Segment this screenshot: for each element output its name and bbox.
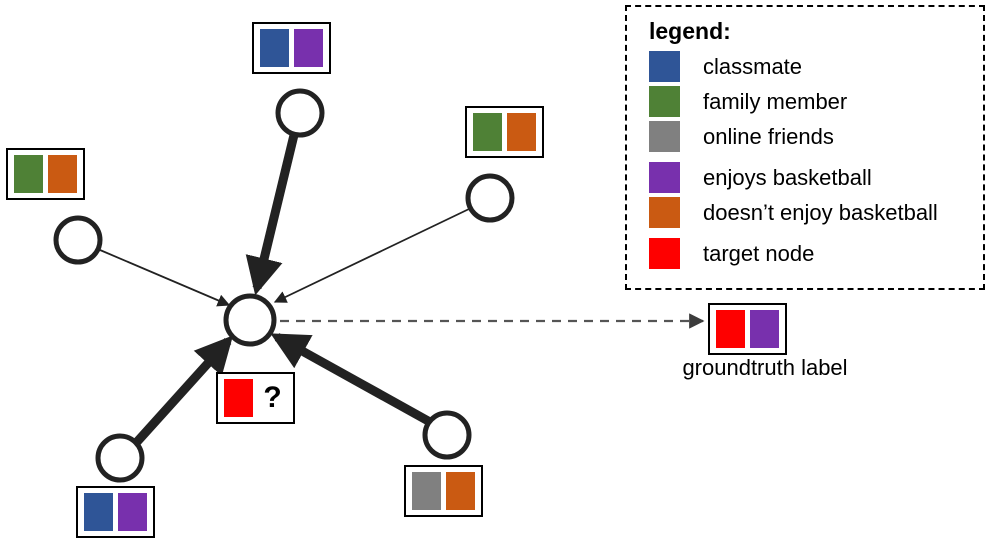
chip-enjoys-basketball — [750, 310, 779, 348]
chip-classmate — [84, 493, 113, 531]
edge-right-to-center — [273, 208, 470, 303]
legend-swatch-doesnt-enjoy-basketball — [649, 197, 680, 228]
attr-box-neighbor-bottom-left — [76, 486, 155, 538]
chip-doesnt-enjoy-basketball — [507, 113, 536, 151]
edge-top-to-center — [245, 133, 299, 296]
edge-bottom-left-to-center — [132, 335, 234, 447]
attr-box-neighbor-left — [6, 148, 85, 200]
legend-item-target-node: target node — [649, 236, 983, 271]
chip-classmate — [260, 29, 289, 67]
legend-item-family-member: family member — [649, 84, 983, 119]
legend-label-enjoys-basketball: enjoys basketball — [703, 164, 872, 190]
legend-item-online-friends: online friends — [649, 119, 983, 154]
attr-box-target-node: ? — [216, 372, 295, 424]
legend-title: legend: — [649, 18, 731, 44]
chip-family-member — [14, 155, 43, 193]
chip-family-member — [473, 113, 502, 151]
chip-doesnt-enjoy-basketball — [446, 472, 475, 510]
legend-item-classmate: classmate — [649, 49, 983, 84]
attr-box-neighbor-right — [465, 106, 544, 158]
legend-swatch-online-friends — [649, 121, 680, 152]
node-left[interactable] — [53, 215, 103, 265]
legend-swatch-classmate — [649, 51, 680, 82]
chip-enjoys-basketball — [118, 493, 147, 531]
legend-label-family-member: family member — [703, 88, 848, 114]
node-bottom-right[interactable] — [422, 410, 472, 460]
chip-enjoys-basketball — [294, 29, 323, 67]
chip-doesnt-enjoy-basketball — [48, 155, 77, 193]
chip-online-friends — [412, 472, 441, 510]
node-center-target[interactable] — [223, 293, 277, 347]
legend-label-target-node: target node — [703, 240, 815, 266]
diagram-canvas: ? groundtruth label legend: classmate fa… — [0, 0, 988, 545]
edge-bottom-right-to-center — [270, 333, 433, 426]
attr-box-neighbor-top — [252, 22, 331, 74]
legend-item-doesnt-enjoy-basketball: doesn’t enjoy basketball — [649, 195, 983, 230]
groundtruth-label-caption: groundtruth label — [682, 355, 848, 380]
node-right[interactable] — [465, 173, 515, 223]
legend-swatch-enjoys-basketball — [649, 162, 680, 193]
legend-label-doesnt-enjoy-basketball: doesn’t enjoy basketball — [703, 199, 938, 225]
legend-item-enjoys-basketball: enjoys basketball — [649, 160, 983, 195]
attr-box-neighbor-bottom-right — [404, 465, 483, 517]
legend-label-online-friends: online friends — [703, 123, 834, 149]
node-bottom-left[interactable] — [95, 433, 145, 483]
unknown-label-question-mark: ? — [263, 381, 282, 414]
legend-panel: legend: classmate family member online f… — [625, 5, 985, 290]
legend-swatch-target-node — [649, 238, 680, 269]
legend-label-classmate: classmate — [703, 53, 803, 79]
legend-swatch-family-member — [649, 86, 680, 117]
node-top[interactable] — [275, 88, 325, 138]
chip-target-node — [224, 379, 253, 417]
chip-target-node — [716, 310, 745, 348]
edge-left-to-center — [99, 249, 231, 307]
attr-box-groundtruth-label — [708, 303, 787, 355]
